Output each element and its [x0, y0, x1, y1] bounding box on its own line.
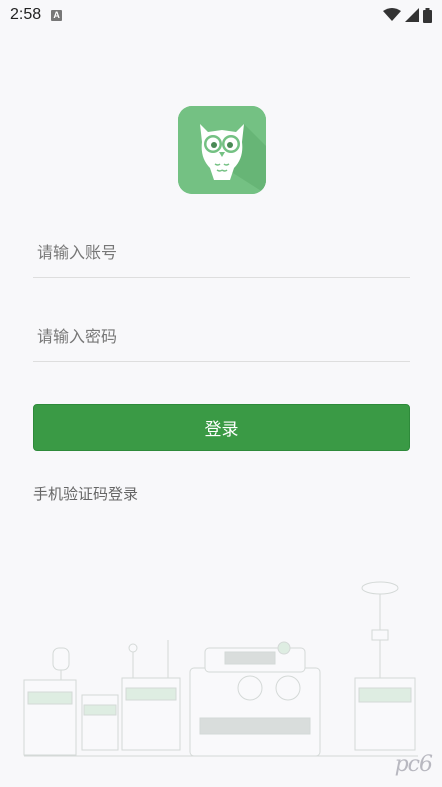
notification-icon: A	[51, 9, 63, 21]
battery-icon	[423, 7, 432, 23]
status-bar: 2:58 A	[0, 0, 442, 30]
account-field[interactable]	[33, 227, 418, 278]
status-icons	[383, 7, 432, 23]
status-left: 2:58 A	[10, 6, 63, 24]
wifi-icon	[383, 8, 401, 21]
watermark: pc6	[394, 752, 433, 777]
app-logo	[178, 106, 266, 194]
status-time: 2:58	[10, 6, 42, 23]
cell-signal-icon	[405, 8, 419, 22]
login-button[interactable]: 登录	[33, 404, 410, 451]
sms-login-link[interactable]: 手机验证码登录	[33, 483, 138, 504]
password-field[interactable]	[33, 311, 418, 362]
password-input[interactable]	[33, 311, 418, 361]
account-input[interactable]	[33, 227, 418, 277]
equipment-illustration	[23, 581, 418, 757]
owl-logo-icon	[178, 106, 266, 194]
